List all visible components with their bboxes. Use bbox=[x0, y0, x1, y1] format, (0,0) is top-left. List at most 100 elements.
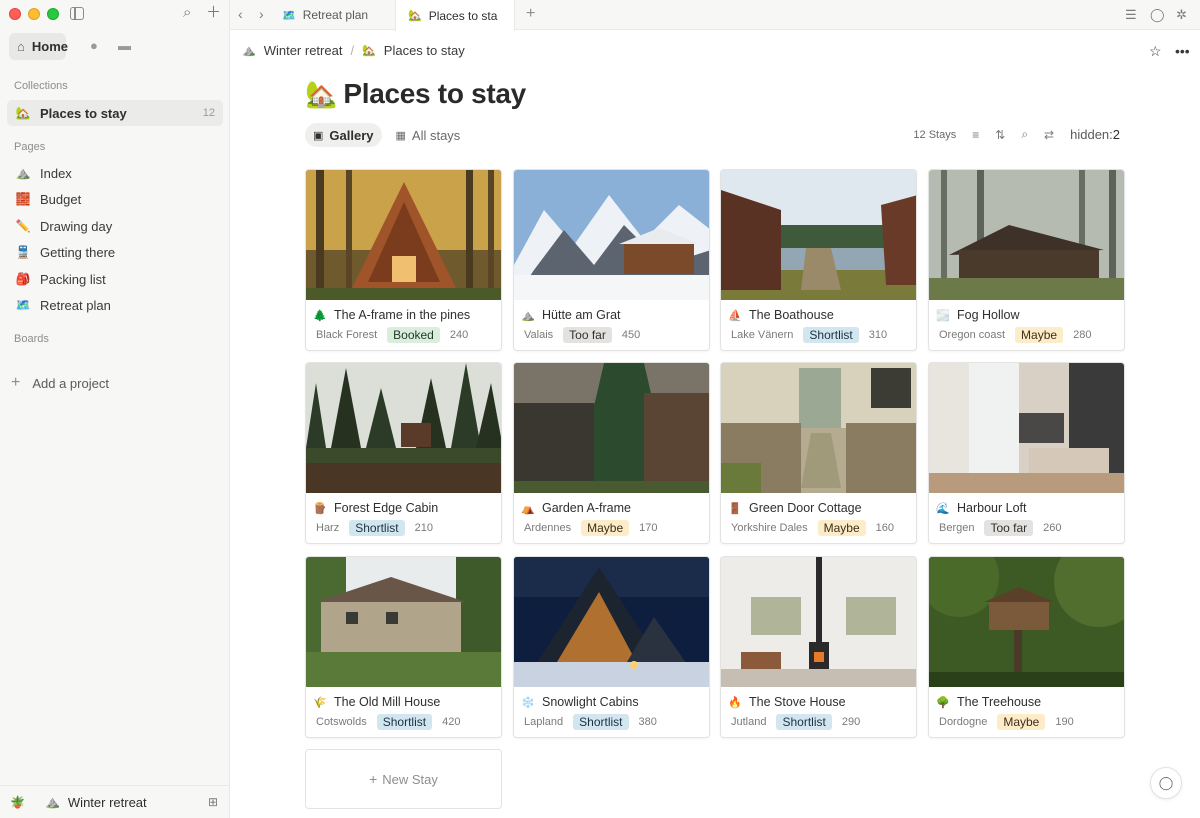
pencil-icon: ✏️ bbox=[15, 219, 31, 233]
stay-card[interactable]: 🚪 Green Door Cottage Yorkshire Dales Maybe 1… bbox=[720, 362, 917, 544]
status-badge: Booked bbox=[387, 327, 440, 343]
status-badge: Maybe bbox=[1015, 327, 1064, 343]
stay-card[interactable]: 🌲 The A-frame in the pines Black Forest Boo… bbox=[305, 169, 502, 351]
stay-card[interactable]: 🪵 Forest Edge Cabin Harz Shortlist 210 bbox=[305, 362, 502, 544]
search-icon[interactable]: ⌕ bbox=[183, 5, 191, 21]
tab-places-to-stay[interactable]: 🏡 Places to sta bbox=[395, 0, 515, 31]
stay-location: Valais bbox=[524, 329, 554, 341]
close-window-button[interactable] bbox=[9, 8, 21, 20]
item-count: 12 bbox=[202, 107, 215, 119]
sidebar-item-packing-list[interactable]: 🎒 Packing list bbox=[7, 266, 223, 292]
new-page-icon[interactable]: ＋ bbox=[206, 5, 221, 21]
stay-meta: Dordogne Maybe 190 bbox=[939, 714, 1074, 730]
search-icon[interactable]: ⌕ bbox=[1021, 127, 1028, 142]
stay-photo bbox=[514, 363, 709, 493]
grid-icon[interactable]: ⊞ bbox=[208, 795, 218, 809]
add-project-button[interactable]: + Add a project bbox=[11, 374, 109, 392]
stay-title-text: The Boathouse bbox=[749, 308, 834, 322]
stay-meta: Oregon coast Maybe 280 bbox=[939, 327, 1091, 343]
breadcrumb-separator: / bbox=[350, 43, 355, 58]
sidebar-item-label: Places to stay bbox=[40, 105, 127, 121]
sort-icon[interactable]: ⇅ bbox=[995, 128, 1005, 142]
home-button[interactable]: ⌂ Home bbox=[9, 33, 68, 60]
house-icon: 🏡 bbox=[362, 45, 376, 57]
settings-icon[interactable]: ✲ bbox=[1176, 7, 1187, 23]
sidebar-item-retreat-plan[interactable]: 🗺️ Retreat plan bbox=[7, 292, 223, 318]
sidebar-item-drawing-day[interactable]: ✏️ Drawing day bbox=[7, 213, 223, 239]
forward-icon[interactable]: › bbox=[259, 6, 264, 22]
mountain-icon: ⛰️ bbox=[15, 166, 31, 180]
chat-button[interactable]: ◯ bbox=[1150, 767, 1182, 799]
sidebar-item-label: Drawing day bbox=[40, 218, 113, 234]
stay-card[interactable]: 🌫️ Fog Hollow Oregon coast Maybe 280 bbox=[928, 169, 1125, 351]
sidebar-item-budget[interactable]: 🧱 Budget bbox=[7, 186, 223, 212]
breadcrumb-item-winter-retreat[interactable]: Winter retreat bbox=[264, 43, 343, 58]
stay-price: 260 bbox=[1043, 522, 1062, 534]
breadcrumb-item-places-to-stay[interactable]: Places to stay bbox=[384, 43, 465, 58]
stay-photo bbox=[306, 557, 501, 687]
stay-location: Yorkshire Dales bbox=[731, 522, 808, 534]
stay-location: Bergen bbox=[939, 522, 975, 534]
maximize-window-button[interactable] bbox=[47, 8, 59, 20]
stay-title: 🌳 The Treehouse bbox=[936, 695, 1041, 709]
workspace-name[interactable]: Winter retreat bbox=[68, 795, 147, 810]
sidebar-item-label: Index bbox=[40, 165, 72, 181]
tab-all-stays[interactable]: ▦ All stays bbox=[388, 123, 469, 147]
stay-price: 310 bbox=[868, 329, 888, 341]
stay-icon: ❄️ bbox=[521, 696, 535, 709]
hidden-properties-button[interactable]: hidden:2 bbox=[1070, 127, 1120, 142]
back-icon[interactable]: ‹ bbox=[238, 6, 243, 22]
star-icon[interactable]: ☆ bbox=[1149, 43, 1162, 60]
list-icon[interactable]: ☰ bbox=[1125, 7, 1137, 23]
new-stay-button[interactable]: + New Stay bbox=[305, 749, 502, 809]
stay-card[interactable]: 🔥 The Stove House Jutland Shortlist 290 bbox=[720, 556, 917, 738]
plus-icon: + bbox=[11, 374, 21, 391]
add-project-label: Add a project bbox=[32, 375, 109, 391]
boards-header: Boards bbox=[14, 333, 49, 345]
filter-icon[interactable]: ≡ bbox=[972, 128, 979, 142]
stay-card[interactable]: 🌊 Harbour Loft Bergen Too far 260 bbox=[928, 362, 1125, 544]
avatar[interactable]: 🪴 bbox=[10, 795, 25, 809]
pages-header: Pages bbox=[14, 141, 46, 153]
stay-card[interactable]: 🌳 The Treehouse Dordogne Maybe 190 bbox=[928, 556, 1125, 738]
stay-icon: ⛺ bbox=[521, 502, 535, 515]
stay-location: Lake Vänern bbox=[731, 329, 794, 341]
stay-meta: Cotswolds Shortlist 420 bbox=[316, 714, 460, 730]
tab-retreat-plan[interactable]: 🗺️ Retreat plan bbox=[270, 0, 395, 30]
settings-sliders-icon[interactable]: ⇄ bbox=[1044, 128, 1054, 142]
stay-card[interactable]: 🌾 The Old Mill House Cotswolds Shortlist 420 bbox=[305, 556, 502, 738]
minimize-window-button[interactable] bbox=[28, 8, 40, 20]
stay-icon: 🌲 bbox=[313, 309, 327, 322]
status-badge: Maybe bbox=[581, 520, 630, 536]
stay-card[interactable]: ⛵ The Boathouse Lake Vänern Shortlist 310 bbox=[720, 169, 917, 351]
stay-title: 🌫️ Fog Hollow bbox=[936, 308, 1019, 322]
sidebar-toggle-icon[interactable] bbox=[70, 7, 84, 20]
hidden-label: hidden: bbox=[1070, 127, 1113, 142]
stay-title: 🌊 Harbour Loft bbox=[936, 501, 1026, 515]
stay-card[interactable]: ⛺ Garden A-frame Ardennes Maybe 170 bbox=[513, 362, 710, 544]
gallery-icon: ▣ bbox=[313, 129, 324, 142]
comments-icon[interactable]: ● bbox=[90, 38, 98, 53]
house-icon: 🏡 bbox=[15, 106, 31, 120]
stay-photo bbox=[514, 170, 709, 300]
more-icon[interactable]: ••• bbox=[1175, 43, 1190, 59]
stay-card[interactable]: ❄️ Snowlight Cabins Lapland Shortlist 380 bbox=[513, 556, 710, 738]
collections-header: Collections bbox=[14, 80, 68, 92]
folder-icon[interactable]: ▬ bbox=[118, 38, 131, 53]
stay-price: 190 bbox=[1055, 716, 1074, 728]
sidebar-item-places-to-stay[interactable]: 🏡 Places to stay 12 bbox=[7, 100, 223, 126]
stay-photo bbox=[514, 557, 709, 687]
stay-icon: 🪵 bbox=[313, 502, 327, 515]
sidebar-item-getting-there[interactable]: 🚆 Getting there bbox=[7, 239, 223, 265]
status-badge: Shortlist bbox=[349, 520, 405, 536]
stay-card[interactable]: ⛰️ Hütte am Grat Valais Too far 450 bbox=[513, 169, 710, 351]
sidebar-item-index[interactable]: ⛰️ Index bbox=[7, 160, 223, 186]
tab-gallery[interactable]: ▣ Gallery bbox=[305, 123, 382, 147]
status-badge: Too far bbox=[984, 520, 1034, 536]
new-tab-icon[interactable]: + bbox=[526, 5, 535, 23]
stay-meta: Ardennes Maybe 170 bbox=[524, 520, 657, 536]
stay-photo bbox=[721, 557, 916, 687]
chat-icon[interactable]: ◯ bbox=[1150, 7, 1165, 23]
status-badge: Shortlist bbox=[803, 327, 859, 343]
stay-icon: 🌫️ bbox=[936, 309, 950, 322]
